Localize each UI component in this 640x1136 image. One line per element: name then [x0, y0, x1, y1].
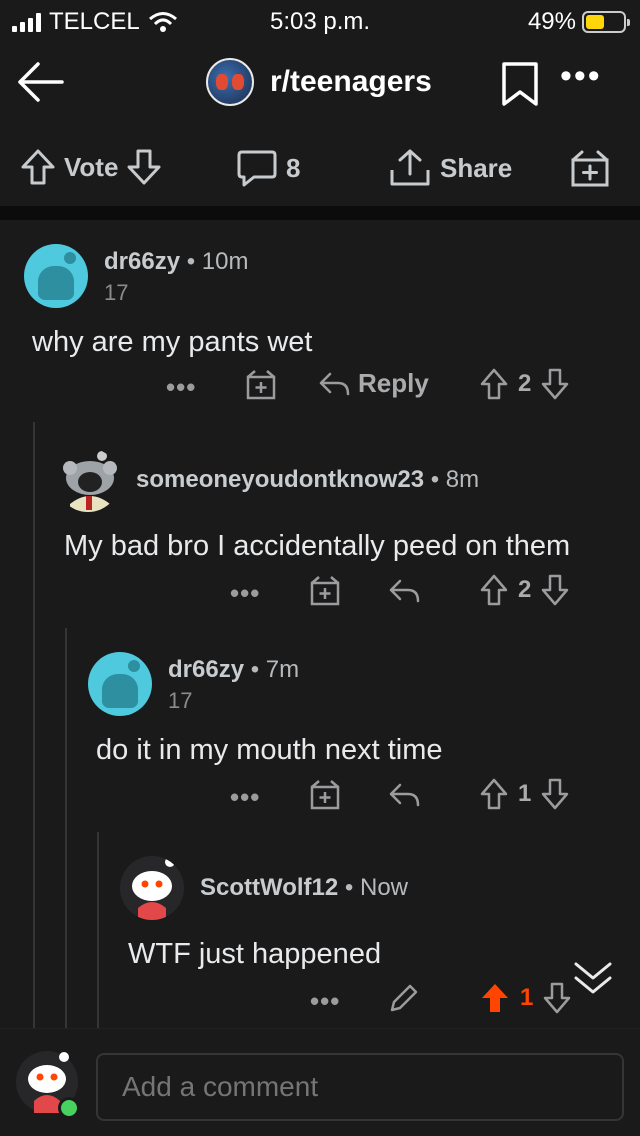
post-header: r/teenagers •••	[0, 44, 640, 126]
comment-icon	[237, 150, 277, 187]
vote-count: 2	[518, 576, 532, 603]
downvote-icon[interactable]	[541, 778, 569, 810]
comment-more-button[interactable]: •••	[230, 578, 260, 609]
comment-more-button[interactable]: •••	[166, 372, 196, 403]
comment-meta: someoneyoudontknow23 • 8m	[136, 466, 480, 493]
thread-line	[65, 628, 67, 1028]
share-button[interactable]: Share	[388, 148, 512, 188]
post-action-bar: Vote 8 Share	[0, 136, 640, 200]
bookmark-button[interactable]	[500, 60, 540, 108]
status-bar: TELCEL 5:03 p.m. 49%	[0, 0, 640, 44]
reply-icon[interactable]	[388, 578, 420, 604]
thread-line	[33, 422, 35, 1028]
gift-icon[interactable]	[246, 368, 276, 400]
comment-vote-group: 1	[480, 982, 571, 1014]
back-button[interactable]	[14, 58, 66, 106]
username[interactable]: ScottWolf12	[200, 874, 338, 901]
comment-vote-group: 2	[480, 574, 569, 606]
vote-count: 2	[518, 370, 532, 397]
reply-button[interactable]: Reply	[318, 368, 429, 399]
gift-icon[interactable]	[310, 574, 340, 606]
award-button[interactable]	[570, 148, 610, 188]
comment-meta: ScottWolf12 • Now	[200, 874, 408, 901]
downvote-icon[interactable]	[541, 574, 569, 606]
comment-text: do it in my mouth next time	[96, 734, 443, 766]
arrow-left-icon	[18, 62, 64, 102]
downvote-icon[interactable]	[541, 368, 569, 400]
avatar[interactable]	[120, 856, 184, 920]
downvote-icon[interactable]	[126, 148, 162, 186]
vote-count: 1	[520, 984, 534, 1011]
upvote-icon[interactable]	[20, 148, 56, 186]
comment-toolbar: ••• Reply 2	[0, 368, 640, 408]
user-karma: 17	[104, 280, 129, 305]
comment-toolbar: ••• 2	[0, 574, 640, 614]
upvote-icon[interactable]	[480, 574, 508, 606]
comment-more-button[interactable]: •••	[230, 782, 260, 813]
comment-count: 8	[286, 152, 301, 183]
comment-toolbar: ••• 1	[0, 982, 640, 1022]
vote-group: Vote	[20, 148, 162, 186]
comment-text: why are my pants wet	[32, 326, 313, 358]
comment-age: 8m	[445, 466, 480, 493]
upvote-icon[interactable]	[480, 368, 508, 400]
comment-text: WTF just happened	[128, 938, 382, 970]
section-divider	[0, 206, 640, 220]
comment-age: 7m	[265, 656, 300, 683]
battery-icon	[582, 11, 630, 33]
subreddit-link[interactable]: r/teenagers	[206, 58, 432, 106]
downvote-icon[interactable]	[543, 982, 571, 1014]
vote-label: Vote	[64, 151, 119, 182]
comment-vote-group: 2	[480, 368, 569, 400]
bookmark-icon	[502, 62, 538, 106]
more-options-button[interactable]: •••	[560, 59, 610, 96]
username[interactable]: dr66zy	[168, 656, 244, 683]
upvote-icon[interactable]	[480, 982, 510, 1014]
collapse-thread-button[interactable]	[570, 960, 616, 1000]
username[interactable]: dr66zy	[104, 248, 180, 275]
comment-composer	[0, 1028, 640, 1136]
comment-text: My bad bro I accidentally peed on them	[64, 530, 571, 562]
reply-icon[interactable]	[388, 782, 420, 808]
add-comment-input[interactable]	[96, 1053, 624, 1121]
subreddit-name: r/teenagers	[270, 65, 432, 98]
comment-toolbar: ••• 1	[0, 778, 640, 818]
comment-vote-group: 1	[480, 778, 569, 810]
avatar[interactable]	[56, 448, 120, 512]
edit-icon[interactable]	[388, 982, 420, 1014]
vote-count: 1	[518, 780, 532, 807]
comment-age: 10m	[201, 248, 249, 275]
avatar[interactable]	[88, 652, 152, 716]
share-label: Share	[440, 152, 513, 183]
reply-label: Reply	[358, 368, 429, 398]
comment-more-button[interactable]: •••	[310, 986, 340, 1017]
online-status-dot	[58, 1097, 80, 1119]
comment-age: Now	[359, 874, 408, 901]
avatar[interactable]	[24, 244, 88, 308]
comments-button[interactable]: 8	[236, 148, 300, 188]
upvote-icon[interactable]	[480, 778, 508, 810]
username[interactable]: someoneyoudontknow23	[136, 466, 424, 493]
subreddit-avatar	[206, 58, 254, 106]
gift-icon	[571, 150, 609, 187]
comment-meta: dr66zy • 7m	[168, 656, 300, 683]
double-chevron-down-icon	[574, 962, 612, 994]
reply-icon	[319, 372, 350, 395]
battery-percent: 49%	[527, 8, 576, 35]
share-icon	[390, 149, 430, 186]
gift-icon[interactable]	[310, 778, 340, 810]
user-karma: 17	[168, 688, 193, 713]
comment-meta: dr66zy • 10m	[104, 248, 249, 275]
